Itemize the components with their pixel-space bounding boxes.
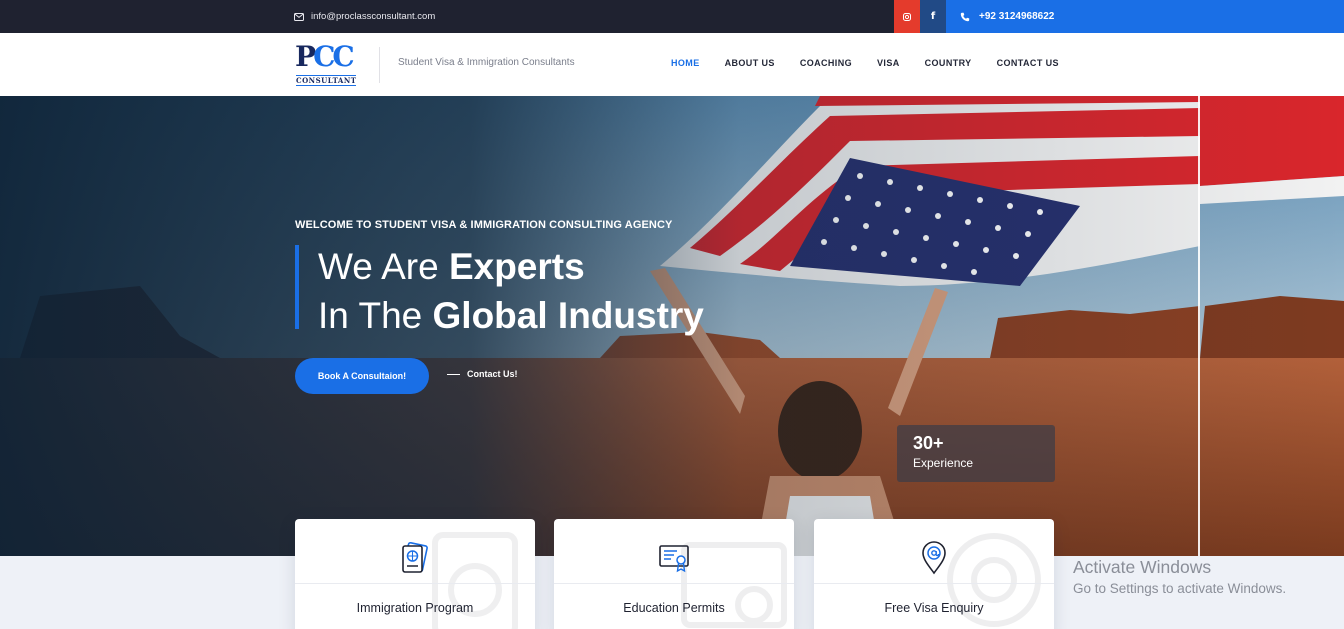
service-card-immigration[interactable]: Immigration Program [295, 519, 535, 629]
facebook-button[interactable]: f [920, 0, 946, 33]
book-consultation-button[interactable]: Book A Consultaion! [295, 358, 429, 394]
card-separator [814, 583, 1054, 584]
top-phone[interactable]: +92 3124968622 [946, 0, 1344, 33]
passport-icon [402, 541, 428, 573]
mail-icon [294, 12, 304, 21]
header-tagline: Student Visa & Immigration Consultants [398, 57, 575, 68]
main-nav: HOME ABOUT US COACHING VISA COUNTRY CONT… [671, 58, 1084, 68]
card-separator [295, 583, 535, 584]
hero-line2-bold: Global Industry [432, 295, 704, 336]
hero-line1-regular: We Are [318, 246, 449, 287]
service-title: Free Visa Enquiry [884, 601, 984, 615]
logo[interactable]: PCC CONSULTANT [295, 43, 361, 87]
service-card-visa-enquiry[interactable]: Free Visa Enquiry [814, 519, 1054, 629]
phone-icon [960, 12, 970, 21]
top-phone-text: +92 3124968622 [979, 11, 1055, 22]
hero-section: WELCOME TO STUDENT VISA & IMMIGRATION CO… [0, 96, 1344, 556]
top-bar: info@proclassconsultant.com f +92 312496… [0, 0, 1344, 33]
top-email-text: info@proclassconsultant.com [311, 11, 436, 22]
activate-windows-watermark: Activate Windows Go to Settings to activ… [1073, 557, 1286, 596]
service-title: Education Permits [623, 601, 725, 615]
hero-heading: We Are Experts In The Global Industry [318, 242, 704, 340]
experience-label: Experience [913, 456, 974, 470]
experience-badge: 30+ Experience [897, 425, 1055, 482]
facebook-icon: f [930, 11, 936, 22]
location-pin-icon [922, 541, 946, 575]
hero-welcome: WELCOME TO STUDENT VISA & IMMIGRATION CO… [295, 219, 673, 231]
nav-about-us[interactable]: ABOUT US [725, 58, 775, 68]
hero-accent-line [295, 245, 299, 329]
nav-coaching[interactable]: COACHING [800, 58, 852, 68]
hero-line1-bold: Experts [448, 246, 585, 287]
logo-sub: CONSULTANT [296, 75, 357, 86]
site-header: PCC CONSULTANT Student Visa & Immigratio… [0, 33, 1344, 96]
contact-us-link[interactable]: Contact Us! [447, 369, 518, 379]
nav-visa[interactable]: VISA [877, 58, 900, 68]
hero-line2-regular: In The [318, 295, 433, 336]
nav-contact-us[interactable]: CONTACT US [997, 58, 1059, 68]
service-card-education[interactable]: Education Permits [554, 519, 794, 629]
watermark-line2: Go to Settings to activate Windows. [1073, 581, 1287, 596]
contact-link-text: Contact Us! [467, 369, 518, 379]
nav-country[interactable]: COUNTRY [925, 58, 972, 68]
top-email[interactable]: info@proclassconsultant.com [294, 0, 435, 33]
contact-link-dash [447, 373, 460, 375]
service-title: Immigration Program [356, 601, 474, 615]
instagram-button[interactable] [894, 0, 920, 33]
logo-mark: PCC [295, 40, 355, 73]
nav-home[interactable]: HOME [671, 58, 700, 68]
instagram-icon [903, 12, 911, 21]
watermark-line1: Activate Windows [1073, 557, 1212, 577]
certificate-icon [659, 545, 689, 573]
card-separator [554, 583, 794, 584]
experience-number: 30+ [913, 433, 944, 453]
header-divider [379, 47, 380, 83]
